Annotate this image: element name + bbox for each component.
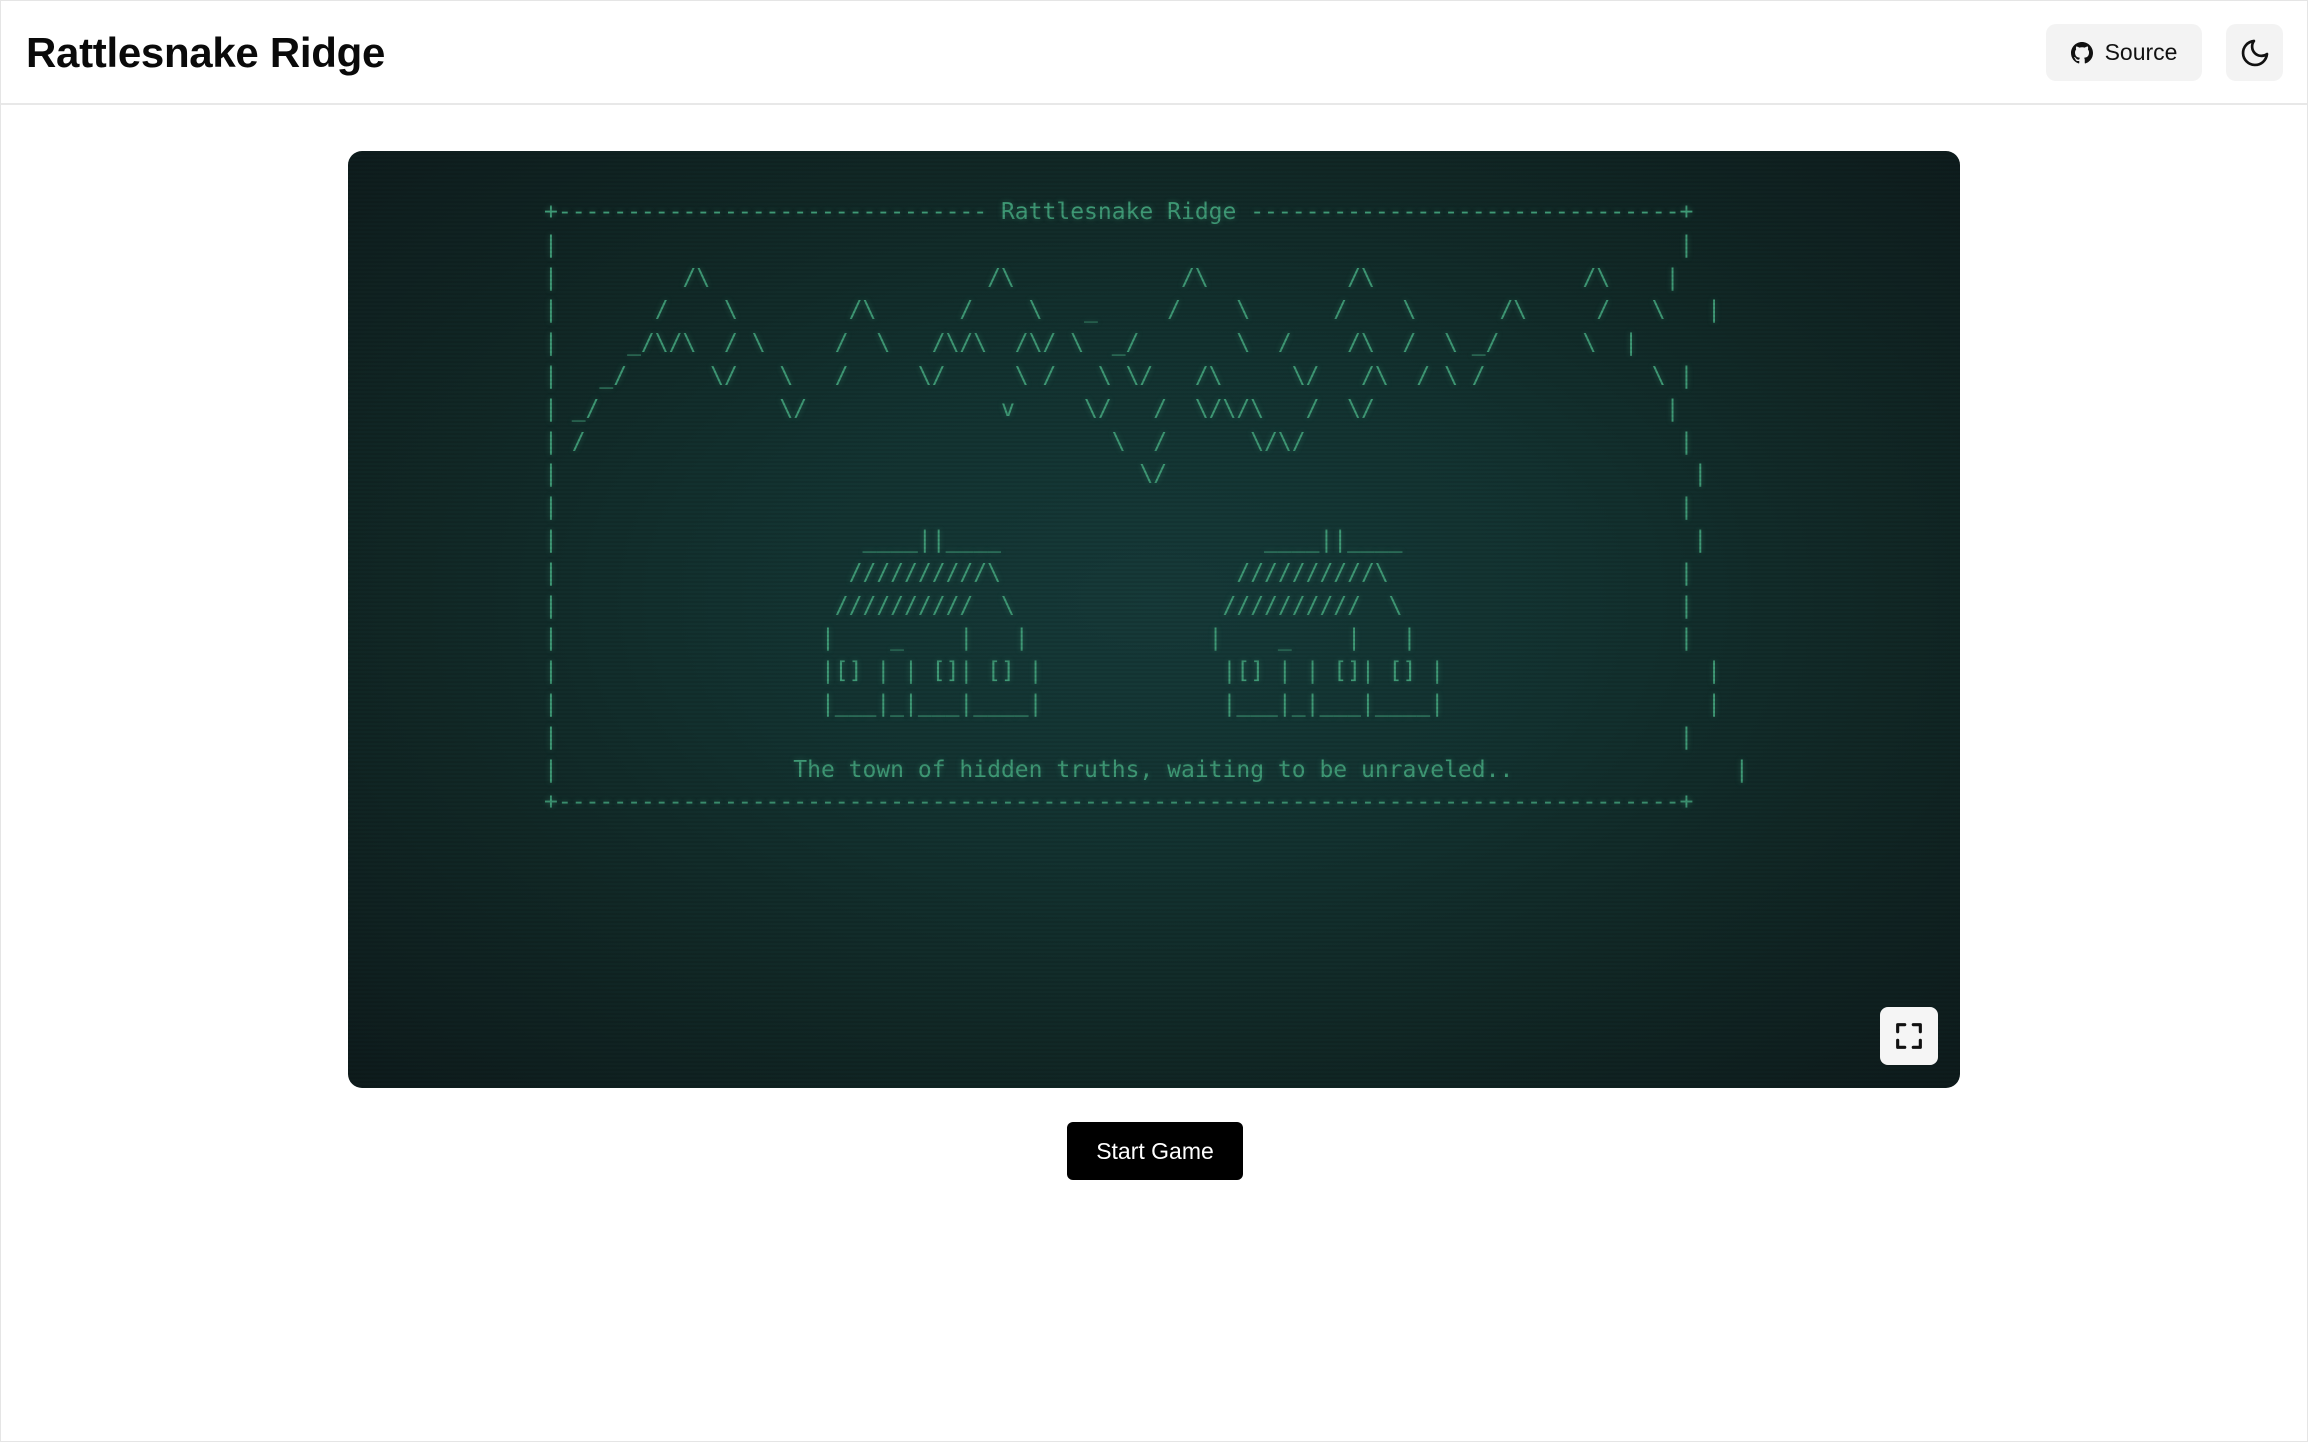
fullscreen-button[interactable] [1880, 1007, 1938, 1065]
fullscreen-icon [1896, 1023, 1922, 1049]
start-game-button[interactable]: Start Game [1067, 1122, 1243, 1180]
source-button[interactable]: Source [2046, 24, 2202, 81]
app-title: Rattlesnake Ridge [26, 29, 386, 76]
source-button-label: Source [2104, 39, 2178, 65]
moon-icon [2241, 39, 2268, 66]
theme-toggle-button[interactable] [2226, 24, 2283, 81]
top-header: Rattlesnake Ridge Source [1, 1, 2307, 105]
game-screen[interactable]: +------------------------------- Rattles… [348, 151, 1960, 1088]
app-page: Rattlesnake Ridge Source +--------------… [0, 0, 2308, 1442]
ascii-title-art: +------------------------------- Rattles… [544, 199, 1749, 816]
github-icon [2070, 41, 2093, 63]
